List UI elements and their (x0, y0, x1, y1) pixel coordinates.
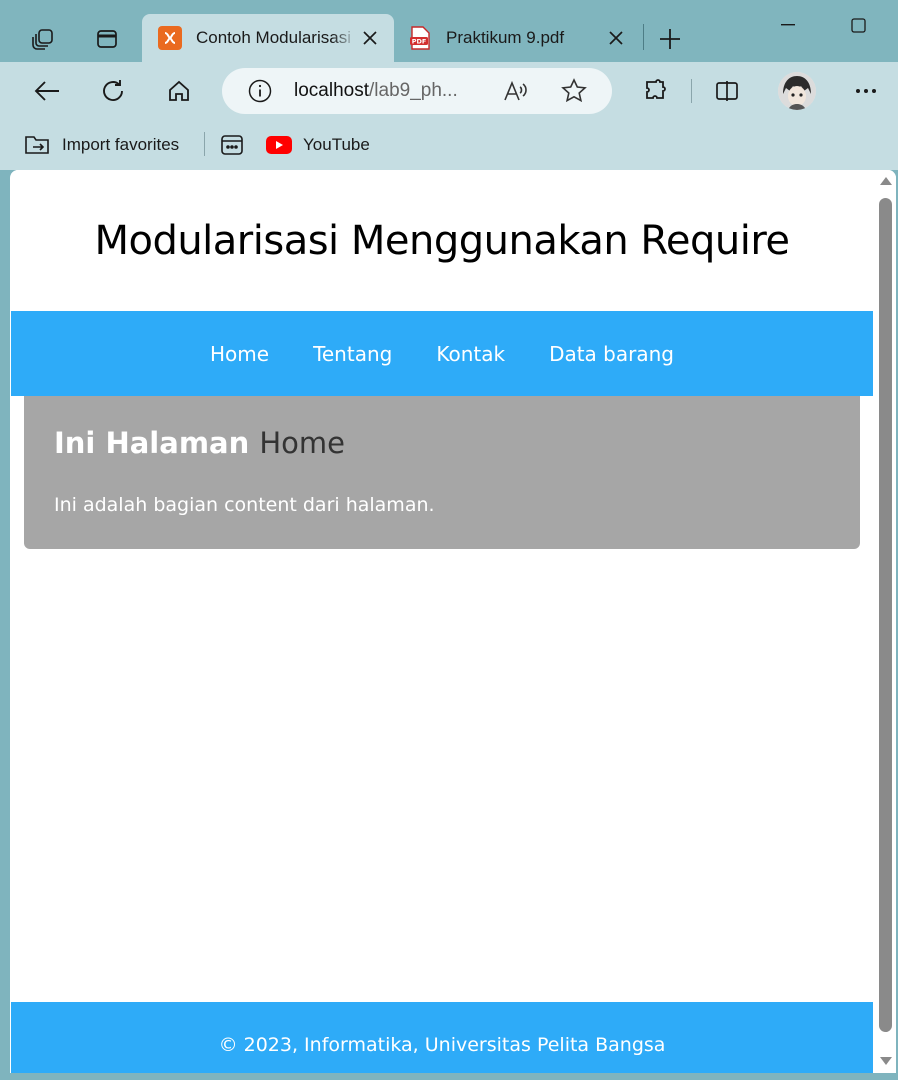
nav-link-home[interactable]: Home (210, 342, 269, 366)
url-text[interactable]: localhost/lab9_ph... (294, 80, 478, 102)
favorites-bar: Import favorites YouTube (0, 120, 898, 170)
tab-title: Contoh Modularisasi (196, 28, 351, 47)
vertical-tabs-button[interactable] (90, 22, 124, 56)
page-viewport: Modularisasi Menggunakan Require Home Te… (10, 170, 896, 1073)
tab-actions-icon (97, 30, 117, 48)
favorite-import[interactable]: Import favorites (24, 130, 179, 160)
main-nav: Home Tentang Kontak Data barang (11, 311, 873, 396)
minimize-button[interactable] (768, 10, 808, 40)
puzzle-icon (646, 79, 666, 99)
content-heading-prefix: Ini Halaman (54, 426, 250, 460)
footer-text: © 2023, Informatika, Universitas Pelita … (218, 1033, 666, 1056)
favorite-app[interactable] (220, 130, 244, 160)
more-icon (856, 89, 876, 93)
youtube-icon (266, 136, 292, 154)
content-text: Ini adalah bagian content dari halaman. (54, 494, 435, 516)
settings-more-button[interactable] (846, 71, 886, 111)
plus-icon (660, 29, 680, 49)
nav-link-data-barang[interactable]: Data barang (549, 342, 674, 366)
content-heading-page: Home (259, 426, 346, 460)
svg-text:PDF: PDF (412, 38, 427, 46)
tab-active[interactable]: Contoh Modularisasi (142, 14, 394, 62)
maximize-button[interactable] (838, 10, 878, 40)
pdf-icon: PDF (408, 26, 432, 50)
url-host: localhost (294, 80, 369, 101)
split-screen-button[interactable] (707, 71, 747, 111)
toolbar: localhost/lab9_ph... (0, 62, 898, 120)
workspaces-button[interactable] (26, 22, 60, 56)
star-icon (561, 78, 587, 103)
url-path: /lab9_ph... (369, 80, 458, 101)
profile-avatar[interactable] (778, 72, 816, 110)
xampp-icon (158, 26, 182, 50)
maximize-icon (850, 17, 866, 33)
tab-pdf[interactable]: PDF Praktikum 9.pdf (398, 14, 640, 62)
read-aloud-icon (504, 80, 527, 101)
extensions-button[interactable] (636, 71, 676, 111)
scroll-thumb[interactable] (879, 198, 892, 1032)
favorites-separator (204, 132, 205, 156)
nav-link-kontak[interactable]: Kontak (436, 342, 505, 366)
close-icon (363, 31, 377, 45)
import-favorites-icon (25, 136, 49, 154)
page-footer: © 2023, Informatika, Universitas Pelita … (11, 1002, 873, 1073)
split-screen-icon (716, 81, 738, 101)
favorite-label: Import favorites (62, 135, 180, 154)
scroll-down-button[interactable] (879, 1054, 893, 1068)
tab-close-button[interactable] (602, 24, 630, 52)
web-page: Modularisasi Menggunakan Require Home Te… (11, 170, 873, 1073)
new-tab-button[interactable] (652, 22, 688, 56)
page-header: Modularisasi Menggunakan Require (11, 170, 873, 311)
app-icon (221, 135, 243, 155)
workspaces-icon (32, 29, 53, 50)
refresh-icon (103, 80, 123, 101)
tab-close-button[interactable] (356, 24, 384, 52)
tab-strip: Contoh Modularisasi PDF Praktikum 9.pdf (0, 0, 898, 62)
address-bar[interactable]: localhost/lab9_ph... (222, 68, 612, 114)
vertical-scrollbar[interactable] (876, 170, 896, 1073)
back-button[interactable] (27, 71, 67, 111)
triangle-up-icon (880, 177, 892, 185)
scroll-up-button[interactable] (879, 174, 893, 188)
tab-separator (643, 24, 644, 50)
refresh-button[interactable] (93, 71, 133, 111)
favorite-youtube[interactable]: YouTube (266, 130, 370, 160)
toolbar-separator (691, 79, 692, 103)
avatar-icon (778, 72, 816, 110)
info-icon (248, 79, 272, 103)
close-icon (609, 31, 623, 45)
triangle-down-icon (880, 1057, 892, 1065)
back-arrow-icon (34, 81, 59, 101)
site-info-button[interactable] (246, 77, 274, 105)
content-box: Ini Halaman Home Ini adalah bagian conte… (24, 396, 860, 549)
read-aloud-button[interactable] (502, 77, 530, 105)
favorite-label: YouTube (303, 135, 370, 154)
home-button[interactable] (159, 71, 199, 111)
favorite-button[interactable] (560, 77, 588, 105)
nav-link-tentang[interactable]: Tentang (313, 342, 392, 366)
tab-title: Praktikum 9.pdf (446, 28, 565, 47)
page-title: Modularisasi Menggunakan Require (94, 217, 790, 264)
minimize-icon (781, 24, 795, 26)
home-icon (169, 80, 189, 101)
content-heading: Ini Halaman Home (54, 426, 345, 460)
